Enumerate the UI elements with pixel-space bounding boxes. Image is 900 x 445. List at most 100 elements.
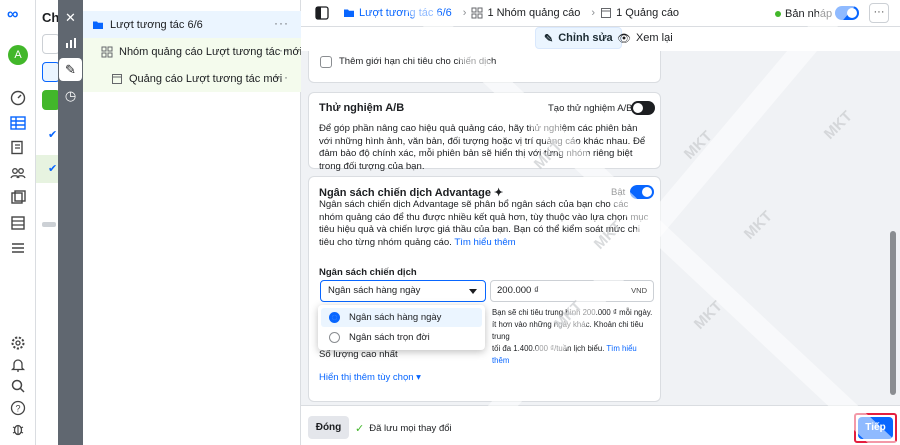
breadcrumb-ad-sets-label: 1 Nhóm quảng cáo xyxy=(487,7,581,19)
tree-node-ad-set[interactable]: Nhóm quảng cáo Lượt tương tác mới ··· xyxy=(83,38,302,65)
breadcrumb-bar: Lượt tương tác 6/6 › 1 Nhóm quảng cáo › … xyxy=(301,0,900,27)
breadcrumb-ads[interactable]: 1 Quảng cáo xyxy=(600,7,679,19)
nav-rail: ∞ A ? xyxy=(0,0,36,445)
table-icon[interactable] xyxy=(10,115,26,131)
chart-icon[interactable] xyxy=(59,32,82,55)
advantage-budget-title: Ngân sách chiến dịch Advantage ✦ xyxy=(319,187,504,199)
close-icon[interactable]: ✕ xyxy=(59,6,82,29)
budget-type-dropdown: Ngân sách hàng ngày Ngân sách trọn đời xyxy=(318,305,485,350)
ad-set-grid-icon xyxy=(101,46,113,57)
row-checkbox-icon[interactable]: ✔ xyxy=(48,128,57,141)
catalog-icon[interactable] xyxy=(10,190,26,206)
svg-text:?: ? xyxy=(15,404,20,414)
caret-down-icon xyxy=(469,289,477,294)
tree-node-label: Lượt tương tác 6/6 xyxy=(110,18,203,31)
avatar[interactable]: A xyxy=(8,45,28,65)
search-icon[interactable] xyxy=(10,378,26,394)
budget-type-label: Ngân sách chiến dịch xyxy=(319,267,417,278)
pencil-icon: ✎ xyxy=(544,32,554,45)
bug-icon[interactable] xyxy=(10,421,26,437)
budget-option-label: Ngân sách hàng ngày xyxy=(349,312,442,323)
budget-note-line: ít hơn vào những ngày khác. Khoản chi ti… xyxy=(492,320,644,341)
ad-page-icon xyxy=(112,73,122,84)
advantage-budget-card: Ngân sách chiến dịch Advantage ✦ Bật Ngâ… xyxy=(308,176,661,402)
spend-limit-card: Thêm giới hạn chi tiêu cho chiến dịch xyxy=(308,51,661,83)
next-button-highlight: Tiếp xyxy=(854,413,897,443)
folder-icon xyxy=(344,9,354,17)
breadcrumb-separator: › xyxy=(591,7,596,19)
eye-icon: 👁 xyxy=(617,32,631,45)
ad-set-grid-icon xyxy=(471,7,483,19)
audience-icon[interactable] xyxy=(10,165,26,181)
radio-selected-icon xyxy=(329,312,340,323)
scrollbar-thumb[interactable] xyxy=(890,231,896,395)
ab-test-description: Để góp phần nâng cao hiệu quả quảng cáo,… xyxy=(319,123,646,172)
row-checkbox-icon[interactable]: ✔ xyxy=(48,162,57,175)
tree-node-campaign[interactable]: Lượt tương tác 6/6 ··· xyxy=(83,11,301,38)
learn-more-link[interactable]: Tìm hiểu thêm xyxy=(454,237,515,248)
draft-status-label: Bản nháp xyxy=(785,8,833,20)
status-dot-icon xyxy=(775,11,781,17)
menu-icon[interactable] xyxy=(10,240,26,256)
draft-status: Bản nháp xyxy=(775,8,832,20)
advantage-budget-toggle[interactable] xyxy=(630,185,654,199)
tree-node-ad[interactable]: Quảng cáo Lượt tương tác mới ··· xyxy=(83,65,301,92)
budget-amount-value: 200.000 ₫ xyxy=(497,285,539,296)
content-scrollbar[interactable] xyxy=(886,51,900,405)
documents-icon[interactable] xyxy=(10,140,26,156)
campaign-list-panel: Chi ✔ ✔ xyxy=(36,0,60,445)
more-options-button[interactable]: ··· xyxy=(869,3,889,23)
footer-bar: Đóng ✓ Đã lưu mọi thay đổi Tiếp xyxy=(301,405,900,445)
currency-label: VND xyxy=(631,286,647,295)
meta-logo-icon[interactable]: ∞ xyxy=(7,7,29,23)
save-status-label: Đã lưu mọi thay đổi xyxy=(369,423,452,434)
edit-mode-label: Chỉnh sửa xyxy=(558,32,613,44)
notifications-icon[interactable] xyxy=(10,357,26,373)
spend-limit-checkbox[interactable] xyxy=(320,56,332,68)
campaign-tree: Lượt tương tác 6/6 ··· Nhóm quảng cáo Lư… xyxy=(83,0,302,445)
show-more-options-link[interactable]: Hiển thị thêm tùy chọn ▾ xyxy=(319,372,421,383)
settings-icon[interactable] xyxy=(10,335,26,351)
ad-page-icon xyxy=(601,8,612,18)
ab-test-title: Thử nghiệm A/B xyxy=(319,102,405,114)
budget-amount-input[interactable]: 200.000 ₫ VND xyxy=(490,280,654,302)
editor-tool-strip: ✕ ✎ ◷ xyxy=(58,0,83,445)
close-button[interactable]: Đóng xyxy=(308,416,349,439)
billing-icon[interactable] xyxy=(10,215,26,231)
budget-note-line: tối đa 1.400.000 ₫/tuần lịch biểu. xyxy=(492,344,605,353)
advantage-budget-description: Ngân sách chiến dịch Advantage sẽ phân b… xyxy=(319,199,651,249)
more-options-icon[interactable]: ··· xyxy=(274,44,289,56)
edit-pencil-icon[interactable]: ✎ xyxy=(59,58,82,81)
breadcrumb-campaign-label: Lượt tương tác 6/6 xyxy=(359,7,452,19)
folder-icon xyxy=(93,21,103,29)
checkmark-icon: ✓ xyxy=(355,423,365,435)
review-mode-button[interactable]: 👁 Xem lại xyxy=(609,27,681,49)
spend-limit-label: Thêm giới hạn chi tiêu cho chiến dịch xyxy=(339,56,497,67)
budget-type-value: Ngân sách hàng ngày xyxy=(328,285,421,296)
breadcrumb-ads-label: 1 Quảng cáo xyxy=(616,7,680,19)
budget-note: Bạn sẽ chi tiêu trung bình 200.000 ₫ mỗi… xyxy=(492,307,654,367)
breadcrumb-campaign[interactable]: Lượt tương tác 6/6 xyxy=(343,7,452,19)
dashboard-icon[interactable] xyxy=(10,90,26,106)
breadcrumb-ad-sets[interactable]: 1 Nhóm quảng cáo xyxy=(471,7,580,19)
max-quantity-label: Số lượng cao nhất xyxy=(319,349,398,360)
budget-option-label: Ngân sách trọn đời xyxy=(349,332,430,343)
budget-option-lifetime[interactable]: Ngân sách trọn đời xyxy=(321,328,482,347)
breadcrumb-separator: › xyxy=(462,7,467,19)
budget-type-select[interactable]: Ngân sách hàng ngày xyxy=(320,280,486,302)
ab-test-toggle[interactable] xyxy=(631,101,655,115)
budget-option-daily[interactable]: Ngân sách hàng ngày xyxy=(321,308,482,327)
advantage-budget-toggle-label: Bật xyxy=(611,187,626,198)
ab-test-toggle-label: Tạo thử nghiệm A/B xyxy=(548,103,633,114)
next-button[interactable]: Tiếp xyxy=(858,417,893,439)
history-clock-icon[interactable]: ◷ xyxy=(59,84,82,107)
sidebar-toggle-icon[interactable] xyxy=(315,6,329,20)
ab-test-card: Thử nghiệm A/B Tạo thử nghiệm A/B Để góp… xyxy=(308,92,661,172)
edit-form: Thêm giới hạn chi tiêu cho chiến dịch Th… xyxy=(301,51,886,405)
campaign-on-toggle[interactable] xyxy=(835,6,859,20)
more-options-icon[interactable]: ··· xyxy=(274,17,289,29)
radio-unselected-icon xyxy=(329,332,340,343)
more-options-icon[interactable]: ··· xyxy=(274,71,289,83)
horizontal-scrollbar[interactable] xyxy=(42,222,56,227)
help-icon[interactable]: ? xyxy=(10,400,26,416)
